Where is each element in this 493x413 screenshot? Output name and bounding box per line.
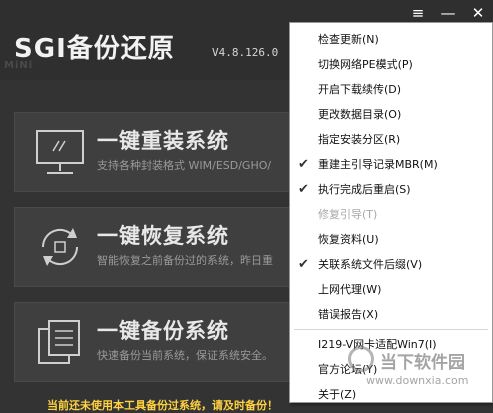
menu-item-forum[interactable]: 官方论坛(Y): [290, 357, 492, 382]
menu-item-label: 关于(Z): [318, 388, 357, 401]
menu-item-label: 重建主引导记录MBR(M): [318, 158, 438, 171]
monitor-icon: [36, 130, 84, 174]
menu-item-label: 指定安装分区(R): [318, 133, 401, 146]
card-desc: 智能恢复之前备份过的系统，昨日重: [97, 254, 273, 267]
card-title: 一键恢复系统: [97, 224, 229, 248]
check-icon: ✔: [298, 182, 309, 197]
menu-item-change-data-dir[interactable]: 更改数据目录(O): [290, 102, 492, 127]
menu-separator: [294, 329, 488, 330]
backup-system-card[interactable]: 一键备份系统 快速备份当前系统，保证系统安全。: [14, 302, 314, 382]
menu-item-label: 官方论坛(Y): [318, 363, 378, 376]
menu-item-restart-after[interactable]: ✔ 执行完成后重启(S): [290, 177, 492, 202]
menu-item-label: I219-V网卡适配Win7(I): [318, 338, 437, 351]
menu-item-check-update[interactable]: 检查更新(N): [290, 27, 492, 52]
menu-item-label: 检查更新(N): [318, 33, 379, 46]
menu-item-label: 切换网络PE模式(P): [318, 58, 413, 71]
menu-item-nic-win7[interactable]: I219-V网卡适配Win7(I): [290, 332, 492, 357]
menu-item-label: 开启下载续传(D): [318, 83, 402, 96]
check-icon: ✔: [298, 157, 309, 172]
menu-item-error-report[interactable]: 错误报告(X): [290, 302, 492, 327]
settings-menu: 检查更新(N) 切换网络PE模式(P) 开启下载续传(D) 更改数据目录(O) …: [289, 22, 493, 403]
menu-item-label: 恢复资料(U): [318, 233, 379, 246]
menu-item-label: 修复引导(T): [318, 208, 378, 221]
card-desc: 快速备份当前系统，保证系统安全。: [97, 349, 273, 362]
app-logo: SGI备份还原: [14, 34, 175, 64]
restore-system-card[interactable]: 一键恢复系统 智能恢复之前备份过的系统，昨日重: [14, 207, 314, 287]
menu-item-associate-ext[interactable]: ✔ 关联系统文件后缀(V): [290, 252, 492, 277]
menu-item-label: 上网代理(W): [318, 283, 382, 296]
version-label: V4.8.126.0: [212, 46, 279, 59]
menu-item-repair-boot: 修复引导(T): [290, 202, 492, 227]
menu-item-rebuild-mbr[interactable]: ✔ 重建主引导记录MBR(M): [290, 152, 492, 177]
menu-item-restore-data[interactable]: 恢复资料(U): [290, 227, 492, 252]
menu-item-resume-download[interactable]: 开启下载续传(D): [290, 77, 492, 102]
menu-item-label: 执行完成后重启(S): [318, 183, 411, 196]
menu-item-about[interactable]: 关于(Z): [290, 382, 492, 407]
menu-item-proxy[interactable]: 上网代理(W): [290, 277, 492, 302]
card-title: 一键备份系统: [97, 319, 229, 343]
reinstall-system-card[interactable]: 一键重装系统 支持各种封装格式 WIM/ESD/GHO/: [14, 112, 314, 192]
refresh-icon: [41, 228, 79, 266]
menu-item-label: 错误报告(X): [318, 308, 379, 321]
card-desc: 支持各种封装格式 WIM/ESD/GHO/: [97, 159, 272, 172]
menu-item-label: 关联系统文件后缀(V): [318, 258, 423, 271]
copy-icon: [38, 320, 80, 364]
menu-item-switch-pe[interactable]: 切换网络PE模式(P): [290, 52, 492, 77]
card-title: 一键重装系统: [97, 129, 229, 153]
menu-item-label: 更改数据目录(O): [318, 108, 402, 121]
check-icon: ✔: [298, 257, 309, 272]
menu-item-install-partition[interactable]: 指定安装分区(R): [290, 127, 492, 152]
app-logo-sub: MiNi: [4, 60, 34, 71]
